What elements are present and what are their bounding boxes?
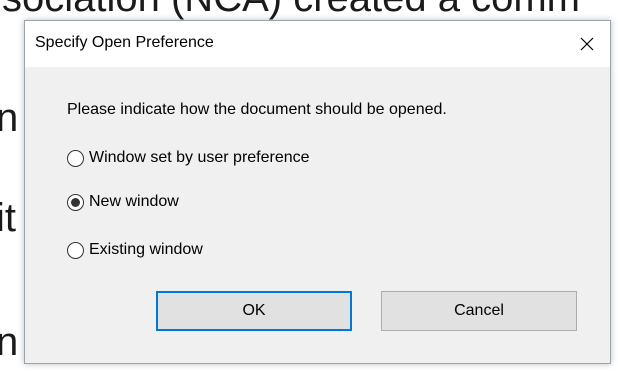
radio-label: Window set by user preference <box>89 149 310 166</box>
background-text-line: it <box>0 196 16 240</box>
open-preference-dialog: Specify Open Preference Please indicate … <box>24 20 611 364</box>
dialog-titlebar[interactable]: Specify Open Preference <box>25 21 610 67</box>
radio-option-user-preference[interactable]: Window set by user preference <box>67 149 310 167</box>
dialog-title: Specify Open Preference <box>35 34 214 51</box>
close-icon <box>580 37 594 51</box>
radio-button[interactable] <box>67 149 84 167</box>
cancel-button[interactable]: Cancel <box>381 291 577 331</box>
radio-button[interactable] <box>67 241 84 259</box>
radio-button-selected[interactable] <box>67 193 84 211</box>
background-text-line: n <box>0 96 19 140</box>
radio-option-existing-window[interactable]: Existing window <box>67 241 203 259</box>
radio-label: New window <box>89 193 179 210</box>
radio-option-new-window[interactable]: New window <box>67 193 179 211</box>
close-button[interactable] <box>564 21 610 67</box>
radio-selected-dot <box>71 197 80 207</box>
background-text-line: sociation (NCA) created a comm <box>2 0 580 18</box>
ok-button[interactable]: OK <box>156 291 352 331</box>
dialog-prompt: Please indicate how the document should … <box>67 101 447 118</box>
background-text-line: n <box>0 320 19 364</box>
radio-label: Existing window <box>89 241 203 258</box>
